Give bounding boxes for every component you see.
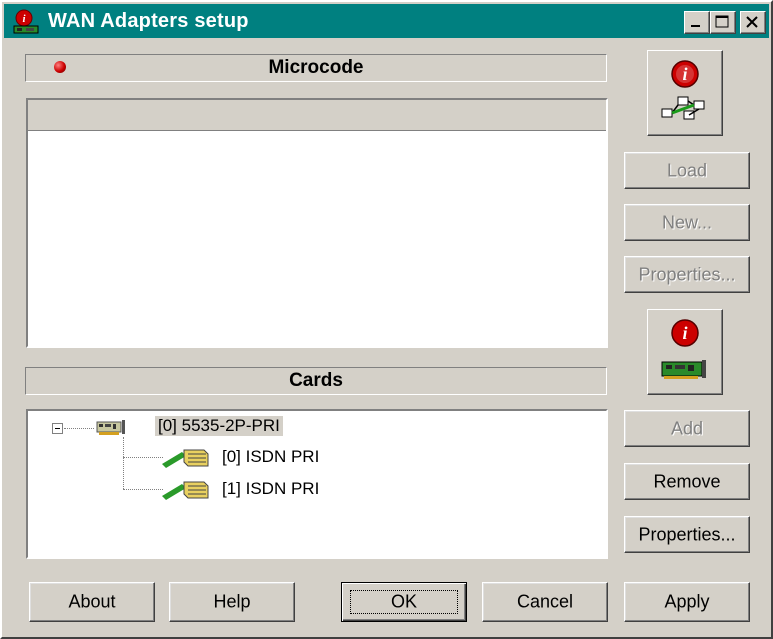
adapter-card-icon	[96, 420, 125, 435]
tree-connector	[64, 428, 94, 429]
apply-button-label: Apply	[664, 591, 710, 612]
wan-adapter-icon: i	[13, 9, 39, 34]
network-info-icon: i	[661, 60, 705, 120]
add-button[interactable]: Add	[624, 410, 750, 447]
ok-button-label: OK	[390, 591, 417, 612]
microcode-list[interactable]	[26, 98, 608, 348]
microcode-list-header	[28, 100, 606, 131]
isdn-port-icon	[162, 449, 209, 468]
microcode-info-button[interactable]: i	[647, 50, 723, 136]
cards-header-label: Cards	[289, 370, 343, 391]
minimize-icon	[691, 25, 700, 27]
minimize-button[interactable]	[684, 11, 710, 34]
help-button-label: Help	[213, 591, 251, 612]
isdn-port-icon	[162, 481, 209, 500]
tree-root-item[interactable]: [0] 5535-2P-PRI	[155, 416, 283, 436]
load-button[interactable]: Load	[624, 152, 750, 189]
about-button-label: About	[68, 591, 116, 612]
cards-header: Cards	[25, 367, 607, 395]
cancel-button-label: Cancel	[516, 591, 574, 612]
tree-child-item[interactable]: [0] ISDN PRI	[222, 447, 319, 467]
ok-button[interactable]: OK	[341, 582, 467, 622]
svg-text:i: i	[682, 323, 687, 343]
tree-child-item[interactable]: [1] ISDN PRI	[222, 479, 319, 499]
tree-connector	[123, 489, 163, 490]
remove-button[interactable]: Remove	[624, 463, 750, 500]
cancel-button[interactable]: Cancel	[482, 582, 608, 622]
microcode-properties-label: Properties...	[638, 264, 736, 284]
remove-button-label: Remove	[653, 471, 721, 491]
microcode-header-label: Microcode	[268, 57, 364, 78]
about-button[interactable]: About	[29, 582, 155, 622]
title-bar[interactable]: i WAN Adapters setup	[4, 4, 769, 38]
collapse-toggle[interactable]	[52, 423, 63, 434]
card-properties-button[interactable]: Properties...	[624, 516, 750, 553]
add-button-label: Add	[670, 418, 704, 438]
tree-connector	[123, 437, 124, 489]
status-led-icon	[54, 61, 66, 73]
new-button[interactable]: New...	[624, 204, 750, 241]
microcode-header: Microcode	[25, 54, 607, 82]
card-info-button[interactable]: i	[647, 309, 723, 395]
card-properties-label: Properties...	[638, 524, 736, 544]
close-icon	[746, 16, 758, 28]
svg-text:i: i	[682, 64, 687, 84]
window-title: WAN Adapters setup	[48, 10, 249, 32]
maximize-button[interactable]	[710, 11, 736, 34]
load-button-label: Load	[666, 160, 708, 180]
cards-tree[interactable]: [0] 5535-2P-PRI [0] ISDN PRI [1] ISDN PR…	[26, 409, 608, 559]
microcode-properties-button[interactable]: Properties...	[624, 256, 750, 293]
wan-adapters-window: i WAN Adapters setup Microcode Cards [0]…	[0, 0, 773, 639]
help-button[interactable]: Help	[169, 582, 295, 622]
close-button[interactable]	[740, 11, 766, 34]
new-button-label: New...	[661, 212, 713, 232]
maximize-icon	[715, 15, 729, 28]
apply-button[interactable]: Apply	[624, 582, 750, 622]
card-info-icon: i	[661, 319, 706, 379]
tree-connector	[123, 457, 163, 458]
